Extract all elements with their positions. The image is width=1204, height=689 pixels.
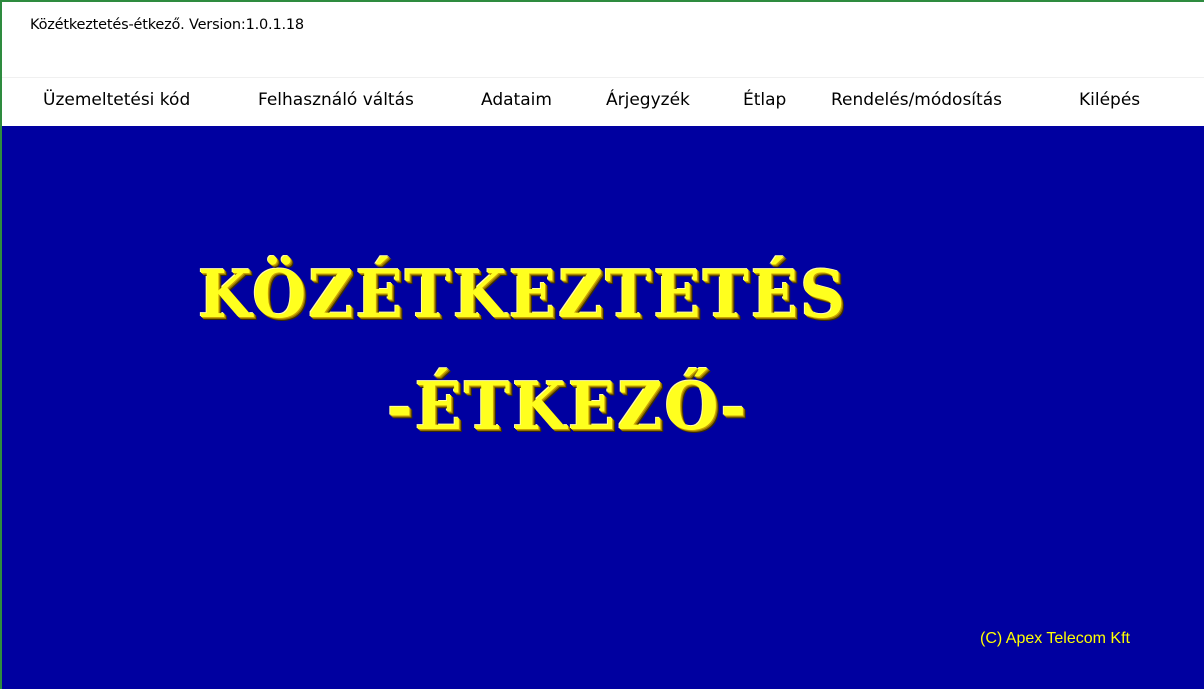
- window-title: Közétkeztetés-étkező. Version:1.0.1.18: [30, 17, 304, 33]
- title-bar[interactable]: Közétkeztetés-étkező. Version:1.0.1.18: [2, 2, 1204, 46]
- menu-bar: Üzemeltetési kód Felhasználó váltás Adat…: [2, 77, 1204, 126]
- banner-title-line-1: KÖZÉTKEZTETÉS: [198, 256, 847, 333]
- main-client-area: KÖZÉTKEZTETÉS -ÉTKEZŐ- (C) Apex Telecom …: [2, 126, 1204, 689]
- menu-item-adataim[interactable]: Adataim: [481, 76, 552, 124]
- menu-item-kilepes[interactable]: Kilépés: [1079, 76, 1140, 124]
- copyright-label: (C) Apex Telecom Kft: [980, 630, 1130, 647]
- menu-item-felhasznalo-valtas[interactable]: Felhasználó váltás: [258, 76, 414, 124]
- menu-item-arjegyzek[interactable]: Árjegyzék: [606, 76, 690, 124]
- menu-item-rendeles-modositas[interactable]: Rendelés/módosítás: [831, 76, 1002, 124]
- menu-item-uzemeltetesi-kod[interactable]: Üzemeltetési kód: [43, 76, 190, 124]
- banner-title-line-2: -ÉTKEZŐ-: [387, 368, 749, 445]
- title-bar-spacer: [2, 46, 1204, 78]
- menu-item-etlap[interactable]: Étlap: [743, 76, 786, 124]
- app-window: Közétkeztetés-étkező. Version:1.0.1.18 Ü…: [0, 0, 1204, 689]
